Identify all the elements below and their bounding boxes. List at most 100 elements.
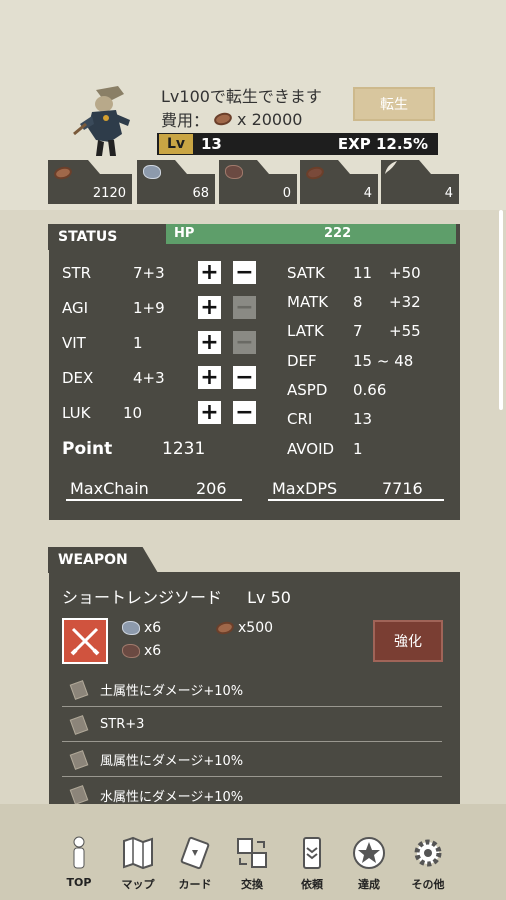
nav-request[interactable]: 依頼 bbox=[284, 836, 340, 896]
nav-label: 達成 bbox=[358, 878, 380, 891]
crossed-swords-icon[interactable] bbox=[62, 618, 108, 664]
level-value: 13 bbox=[201, 135, 222, 153]
character-sprite bbox=[73, 86, 130, 156]
resource-box: 4 bbox=[381, 160, 459, 204]
resource-box: 68 bbox=[137, 160, 215, 204]
ability-text: 水属性にダメージ+10% bbox=[100, 789, 244, 805]
ability-text: 風属性にダメージ+10% bbox=[100, 754, 244, 769]
scroll-icon bbox=[69, 679, 89, 700]
derived-name-matk: MATK bbox=[287, 293, 329, 311]
derived-value-satk: 11 bbox=[353, 264, 373, 282]
bean-icon bbox=[304, 164, 328, 182]
nav-label: カード bbox=[178, 878, 212, 891]
point-value: 1231 bbox=[162, 439, 206, 459]
dark-ore-icon bbox=[122, 644, 140, 658]
derived-bonus-matk: +32 bbox=[389, 293, 421, 311]
bean-icon bbox=[214, 619, 236, 637]
hp-value: 222 bbox=[324, 226, 352, 241]
nav-label: 依頼 bbox=[301, 878, 323, 891]
maxdps-label: MaxDPS bbox=[272, 479, 338, 498]
bean-icon bbox=[212, 110, 234, 128]
stat-name-luk: LUK bbox=[62, 404, 91, 422]
rebirth-requirement-text: Lv100で転生できます bbox=[161, 87, 322, 106]
rebirth-cost: 費用： x 20000 bbox=[161, 107, 302, 131]
resource-count: 4 bbox=[444, 186, 453, 201]
gear-icon bbox=[414, 839, 442, 867]
resource-box: 2120 bbox=[48, 160, 132, 204]
derived-name-cri: CRI bbox=[287, 410, 313, 428]
exchange-icon bbox=[237, 838, 267, 868]
nav-map[interactable]: マップ bbox=[110, 836, 166, 896]
scroll-icon bbox=[69, 714, 89, 735]
vit-plus-button[interactable]: + bbox=[198, 331, 221, 354]
derived-name-def: DEF bbox=[287, 352, 317, 370]
ore-icon bbox=[122, 621, 140, 635]
resource-box: 0 bbox=[219, 160, 297, 204]
material-count: x500 bbox=[238, 620, 274, 636]
material-bean: x500 bbox=[214, 619, 274, 637]
exp-label: EXP 12.5% bbox=[337, 135, 428, 153]
derived-value-avoid: 1 bbox=[353, 440, 363, 458]
stat-value-str: 7+3 bbox=[133, 264, 165, 282]
level-badge: Lv bbox=[159, 134, 193, 154]
material-dark-ore: x6 bbox=[122, 643, 161, 659]
ability-text: STR+3 bbox=[100, 717, 145, 732]
scrollbar[interactable] bbox=[499, 210, 503, 410]
status-tab: STATUS bbox=[48, 224, 168, 250]
stat-name-agi: AGI bbox=[62, 299, 89, 317]
nav-label: その他 bbox=[411, 878, 445, 891]
dex-minus-button[interactable]: − bbox=[233, 366, 256, 389]
stat-name-str: STR bbox=[62, 264, 92, 282]
stat-name-vit: VIT bbox=[62, 334, 86, 352]
resource-count: 68 bbox=[192, 186, 209, 201]
card-icon bbox=[180, 836, 210, 870]
derived-name-satk: SATK bbox=[287, 264, 325, 282]
maxdps-value: 7716 bbox=[382, 479, 423, 498]
dex-plus-button[interactable]: + bbox=[198, 366, 221, 389]
maxchain-label: MaxChain bbox=[70, 479, 149, 498]
hp-bar: HP 222 bbox=[166, 224, 456, 244]
str-plus-button[interactable]: + bbox=[198, 261, 221, 284]
luk-plus-button[interactable]: + bbox=[198, 401, 221, 424]
scroll-icon bbox=[69, 749, 89, 770]
stat-value-luk: 10 bbox=[123, 404, 143, 422]
derived-value-matk: 8 bbox=[353, 293, 363, 311]
nav-other[interactable]: その他 bbox=[400, 836, 456, 896]
derived-bonus-latk: +55 bbox=[389, 322, 421, 340]
agi-minus-button[interactable]: − bbox=[233, 296, 256, 319]
nav-label: TOP bbox=[66, 876, 92, 889]
resource-box: 4 bbox=[300, 160, 378, 204]
material-ore: x6 bbox=[122, 620, 161, 636]
vit-minus-button[interactable]: − bbox=[233, 331, 256, 354]
agi-plus-button[interactable]: + bbox=[198, 296, 221, 319]
cost-label: 費用： bbox=[161, 111, 210, 130]
stat-value-dex: 4+3 bbox=[133, 369, 165, 387]
nav-achievement[interactable]: 達成 bbox=[341, 836, 397, 896]
nav-label: 交換 bbox=[241, 878, 263, 891]
material-count: x6 bbox=[144, 620, 162, 636]
derived-name-latk: LATK bbox=[287, 322, 324, 340]
derived-value-def: 15 ~ 48 bbox=[353, 352, 414, 370]
stat-value-vit: 1 bbox=[133, 334, 143, 352]
rebirth-button[interactable]: 転生 bbox=[353, 87, 435, 121]
point-label: Point bbox=[62, 439, 113, 459]
weapon-level: Lv 50 bbox=[247, 588, 291, 607]
str-minus-button[interactable]: − bbox=[233, 261, 256, 284]
ability-row: STR+3 bbox=[62, 708, 442, 742]
ability-text: 土属性にダメージ+10% bbox=[100, 684, 244, 699]
map-icon bbox=[123, 836, 153, 870]
nav-top[interactable]: TOP bbox=[51, 836, 107, 896]
nav-card[interactable]: カード bbox=[167, 836, 223, 896]
feather-icon bbox=[385, 161, 397, 174]
resource-count: 2120 bbox=[92, 186, 126, 201]
weapon-tab: WEAPON bbox=[48, 547, 158, 573]
material-count: x6 bbox=[144, 643, 162, 659]
nav-exchange[interactable]: 交換 bbox=[224, 836, 280, 896]
maxchain-underline bbox=[66, 499, 242, 501]
luk-minus-button[interactable]: − bbox=[233, 401, 256, 424]
derived-bonus-satk: +50 bbox=[389, 264, 421, 282]
enhance-button[interactable]: 強化 bbox=[373, 620, 443, 662]
scroll-icon bbox=[69, 785, 89, 805]
nav-label: マップ bbox=[121, 878, 155, 891]
derived-name-avoid: AVOID bbox=[287, 440, 335, 458]
